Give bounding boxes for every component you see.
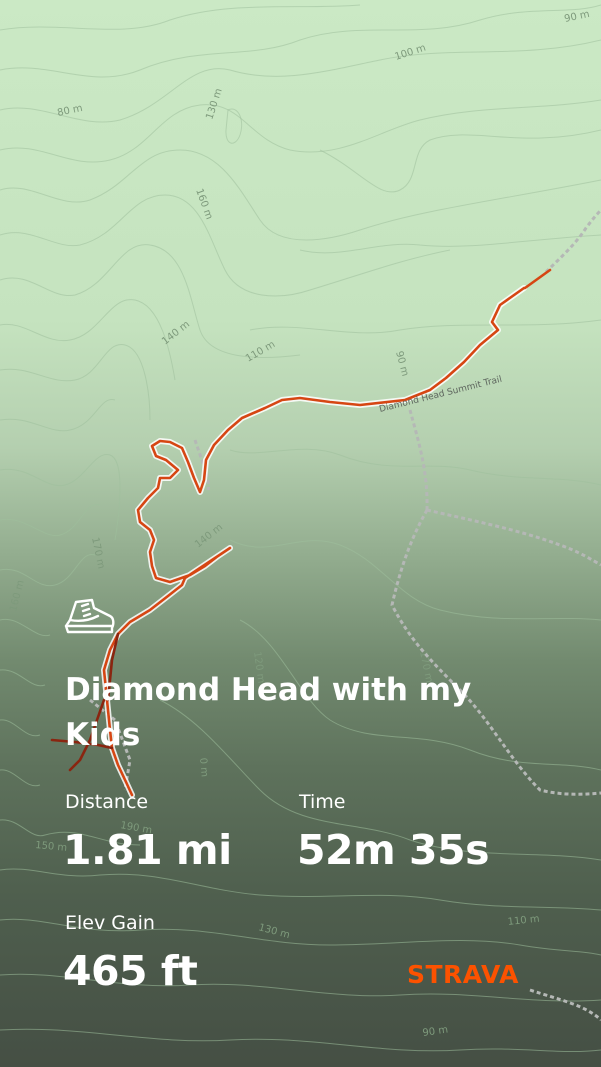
svg-text:90 m: 90 m [563, 9, 590, 25]
elev-gain-value: 465 ft [63, 947, 198, 995]
svg-text:110 m: 110 m [507, 914, 540, 928]
route-map: 90 m 100 m 80 m 130 m 160 m 140 m 110 m … [0, 4, 601, 1053]
svg-text:130 m: 130 m [204, 87, 224, 121]
svg-text:90 m: 90 m [422, 1025, 449, 1039]
svg-text:0 m: 0 m [197, 757, 210, 777]
hiking-boot-icon [64, 598, 115, 634]
svg-text:130 m: 130 m [257, 922, 291, 941]
activity-title: Diamond Head with my Kids [65, 672, 472, 753]
svg-text:100 m: 100 m [394, 42, 428, 62]
strava-logo: STRAVA [407, 960, 519, 989]
svg-text:160 m: 160 m [8, 579, 26, 613]
svg-text:140 m: 140 m [193, 522, 225, 550]
time-value: 52m 35s [297, 826, 490, 874]
activity-share-card: 90 m 100 m 80 m 130 m 160 m 140 m 110 m … [0, 0, 601, 1067]
contour-labels: 90 m 100 m 80 m 130 m 160 m 140 m 110 m … [8, 9, 590, 1039]
distance-label: Distance [65, 791, 149, 813]
svg-text:140 m: 140 m [160, 319, 192, 347]
svg-text:160 m: 160 m [193, 187, 214, 221]
elev-gain-label: Elev Gain [65, 912, 155, 934]
svg-text:170 m: 170 m [89, 536, 106, 570]
svg-text:80 m: 80 m [56, 103, 83, 119]
svg-text:90 m: 90 m [393, 350, 410, 378]
time-label: Time [299, 791, 346, 813]
svg-text:110 m: 110 m [244, 339, 277, 365]
distance-value: 1.81 mi [63, 826, 232, 874]
